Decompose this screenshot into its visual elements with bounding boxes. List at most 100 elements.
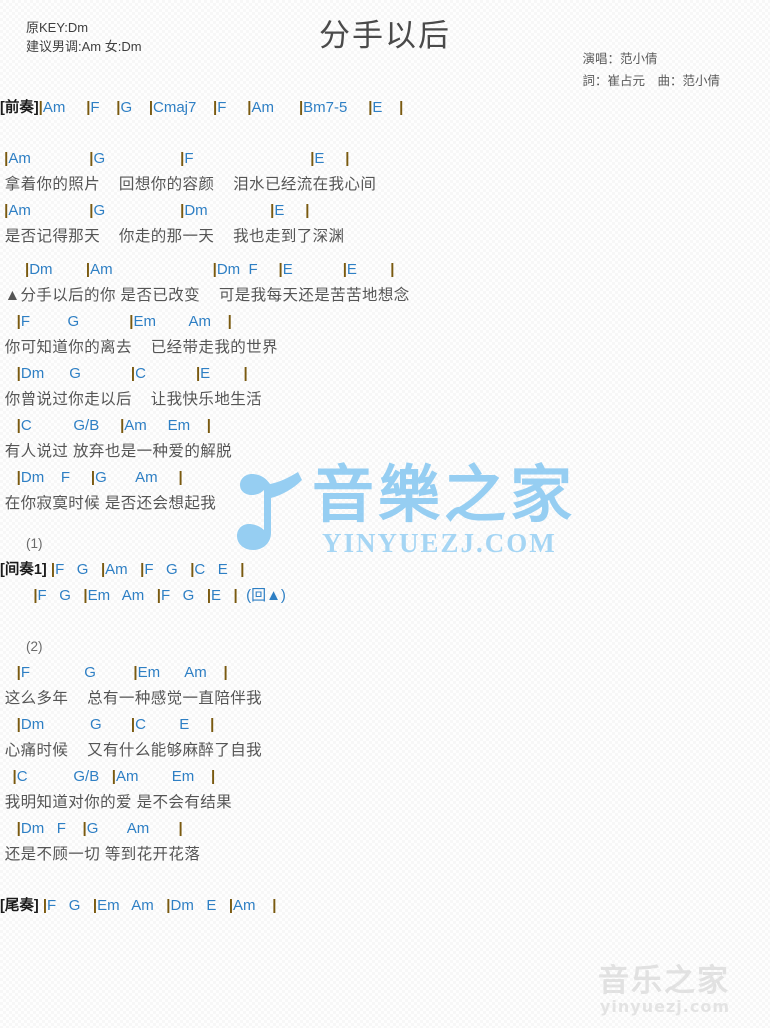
- chord-symbol: Am Em: [124, 417, 207, 434]
- chord-symbol: [0, 587, 33, 604]
- chord-symbol: Bm7-5: [303, 99, 369, 116]
- chord-symbol: G Am: [95, 469, 179, 486]
- chord-symbol: Am Em: [115, 768, 211, 785]
- chord-symbol: F G: [37, 587, 84, 604]
- chord-symbol: C E: [194, 561, 241, 578]
- interlude-number: (1): [26, 536, 43, 551]
- chord-symbol: E: [282, 261, 343, 278]
- chord-sheet-page: 原KEY:Dm 建议男调:Am 女:Dm 分手以后 演唱：范小倩 詞：崔占元 曲…: [0, 0, 770, 1028]
- chord-symbol: E: [372, 99, 400, 116]
- verse2-lyric-row-1: 这么多年 总有一种感觉一直陪伴我: [0, 690, 263, 707]
- chord-symbol: F G: [20, 313, 130, 330]
- chord-symbol: Cmaj7: [153, 99, 214, 116]
- bar-separator: |: [210, 768, 216, 785]
- verse2-lyric-row-4: 还是不顾一切 等到花开花落: [0, 846, 201, 863]
- chord-symbol: [0, 768, 13, 785]
- verse2-chord-row-4: |Dm F |G Am |: [0, 816, 770, 842]
- chord-symbol: [0, 417, 17, 434]
- chord-symbol: Am: [8, 202, 90, 219]
- credit-singer: 演唱：范小倩: [582, 52, 658, 66]
- verse2-chord-row-1: |F G |Em Am |: [0, 660, 770, 686]
- chord-symbol: Am: [105, 561, 141, 578]
- chord-symbol: E: [211, 587, 234, 604]
- verse2-lyric-row-2: 心痛时候 又有什么能够麻醉了自我: [0, 742, 263, 759]
- chorus-lyric-row-5: 在你寂寞时候 是否还会想起我: [0, 495, 217, 512]
- watermark-bottom-cn: 音乐之家: [598, 963, 730, 999]
- bar-separator: |: [305, 202, 310, 219]
- section-tag-interlude: [间奏1]: [0, 562, 47, 578]
- chord-symbol: Am: [90, 261, 213, 278]
- bar-separator: |: [210, 716, 215, 733]
- chord-symbol: [0, 261, 25, 278]
- credit-words-music: 詞：崔占元 曲：范小倩: [582, 74, 720, 88]
- chorus-lyric-row-1: ▲分手以后的你 是否已改变 可是我每天还是苦苦地想念: [0, 287, 410, 304]
- section-intro: [前奏]|Am |F |G |Cmaj7 |F |Am |Bm7-5 |E |: [0, 95, 770, 121]
- chord-symbol: C G/B: [20, 417, 121, 434]
- chord-symbol: Em Am: [133, 313, 228, 330]
- chord-symbol: Dm: [29, 261, 86, 278]
- chord-symbol: F G: [160, 587, 207, 604]
- bar-separator: |: [399, 99, 404, 116]
- chord-symbol: Dm G: [20, 716, 131, 733]
- verse2-lyric-row-3: 我明知道对你的爱 是不会有结果: [0, 794, 233, 811]
- section-interlude: [间奏1] |F G |Am |F G |C E |: [0, 557, 770, 583]
- chord-symbol: Em Am: [97, 897, 167, 914]
- chord-symbol: Am: [233, 897, 273, 914]
- bar-separator: |: [243, 365, 248, 382]
- chord-symbol: Dm E: [170, 897, 229, 914]
- chord-symbol: F G: [144, 561, 191, 578]
- chord-symbol: Dm G: [20, 365, 131, 382]
- chord-symbol: (回▲): [237, 587, 286, 604]
- chord-symbol: F: [184, 150, 311, 167]
- interlude-chords-row-1: |F G |Am |F G |C E |: [47, 561, 245, 578]
- verse1-lyric-row-1: 拿着你的照片 回想你的容颜 泪水已经流在我心间: [0, 176, 377, 193]
- verse2-chord-row-2: |Dm G |C E |: [0, 712, 770, 738]
- section-outro: [尾奏] |F G |Em Am |Dm E |Am |: [0, 893, 770, 919]
- chord-symbol: E: [346, 261, 391, 278]
- chord-symbol: Am: [42, 99, 87, 116]
- chord-symbol: G Am: [86, 820, 179, 837]
- chorus-chord-row-3: |Dm G |C |E |: [0, 361, 770, 387]
- chorus-chord-row-1: |Dm |Am |Dm F |E |E |: [0, 257, 770, 283]
- chord-symbol: [0, 716, 17, 733]
- chord-symbol: F G: [47, 897, 93, 914]
- chord-symbol: Am: [251, 99, 299, 116]
- bar-separator: |: [272, 897, 277, 914]
- intro-chords: |Am |F |G |Cmaj7 |F |Am |Bm7-5 |E |: [39, 99, 404, 116]
- chord-symbol: F G: [55, 561, 101, 578]
- chorus-chord-row-5: |Dm F |G Am |: [0, 465, 770, 491]
- bar-separator: |: [206, 417, 211, 434]
- bar-separator: |: [178, 820, 183, 837]
- verse2-chord-row-3: |C G/B |Am Em |: [0, 764, 770, 790]
- chord-symbol: [0, 820, 17, 837]
- chord-symbol: Em Am: [137, 664, 224, 681]
- chord-symbol: E: [200, 365, 244, 382]
- verse1-chord-row-1: |Am |G |F |E |: [0, 146, 770, 172]
- bar-separator: |: [227, 313, 232, 330]
- chord-symbol: G: [93, 202, 181, 219]
- verse2-number: (2): [26, 639, 43, 654]
- chord-symbol: C E: [135, 716, 211, 733]
- chorus-chord-row-4: |C G/B |Am Em |: [0, 413, 770, 439]
- interlude-chords-row-2: |F G |Em Am |F G |E | (回▲): [0, 583, 770, 609]
- chord-symbol: Am: [8, 150, 90, 167]
- chord-symbol: [0, 365, 17, 382]
- chord-symbol: C: [135, 365, 196, 382]
- chord-symbol: C G/B: [16, 768, 112, 785]
- chord-symbol: E: [314, 150, 346, 167]
- bar-separator: |: [345, 150, 350, 167]
- outro-chords: |F G |Em Am |Dm E |Am |: [39, 897, 277, 914]
- section-tag-intro: [前奏]: [0, 100, 39, 116]
- chord-symbol: E: [274, 202, 306, 219]
- chorus-chord-row-2: |F G |Em Am |: [0, 309, 770, 335]
- chord-symbol: F: [90, 99, 117, 116]
- chord-symbol: Em Am: [87, 587, 157, 604]
- chorus-lyric-row-3: 你曾说过你走以后 让我快乐地生活: [0, 391, 263, 408]
- chord-symbol: Dm F: [20, 469, 91, 486]
- watermark-bottom-en: yinyuezj.com: [600, 997, 730, 1016]
- chord-symbol: G: [93, 150, 181, 167]
